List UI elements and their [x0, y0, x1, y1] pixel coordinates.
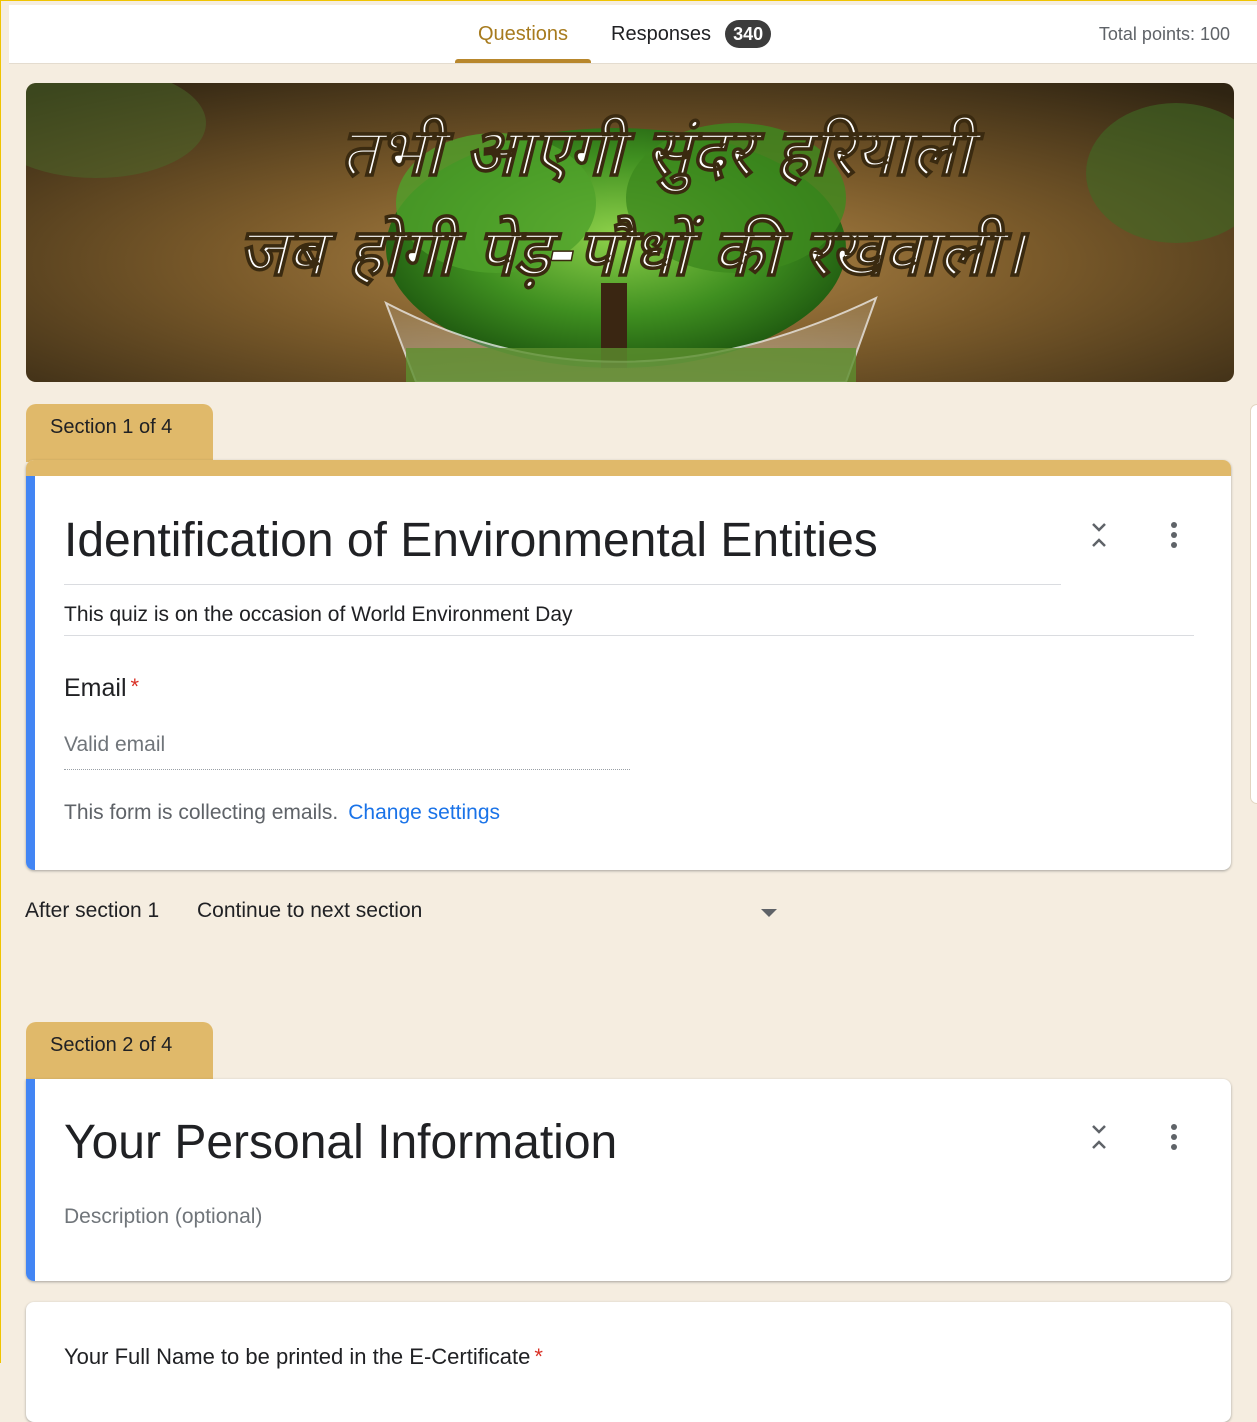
section-more-button[interactable]: [1156, 1119, 1192, 1155]
email-label: Email *: [64, 674, 139, 703]
more-vert-icon: [1171, 1124, 1177, 1150]
section-focus-bar: [26, 476, 35, 870]
section-focus-bar: [26, 1079, 35, 1281]
collapse-icon: [1092, 1125, 1106, 1149]
question-title-text: Your Full Name to be printed in the E-Ce…: [64, 1344, 531, 1369]
tab-responses-label: Responses: [611, 22, 712, 45]
section-2-description[interactable]: Description (optional): [64, 1205, 262, 1229]
collapse-icon: [1092, 523, 1106, 547]
collecting-emails-text: This form is collecting emails.: [64, 801, 339, 824]
tab-questions-label: Questions: [477, 22, 569, 45]
section-2-tag-label: Section 2 of 4: [50, 1034, 173, 1056]
email-field[interactable]: Valid email: [64, 733, 630, 770]
question-title[interactable]: Your Full Name to be printed in the E-Ce…: [64, 1344, 543, 1370]
tab-questions[interactable]: Questions: [455, 5, 591, 63]
after-section-text: After section 1: [25, 899, 160, 922]
header-banner-image: तभी आएगी सुंदर हरियाली जब होगी पेड़-पौधो…: [26, 83, 1234, 382]
section-1-title[interactable]: Identification of Environmental Entities: [64, 513, 878, 569]
section-more-button[interactable]: [1156, 517, 1192, 553]
more-vert-icon: [1171, 522, 1177, 548]
tab-responses[interactable]: Responses 340: [611, 5, 772, 63]
section-2-tag: Section 2 of 4: [26, 1022, 213, 1080]
responses-count-badge: 340: [725, 20, 772, 48]
title-underline: [64, 584, 1061, 585]
section-accent-bar: [26, 460, 1231, 476]
top-tab-bar: Questions Responses 340 Total points: 10…: [9, 5, 1257, 64]
side-toolbar-edge: [1250, 404, 1257, 804]
after-section-label: After section 1: [25, 899, 159, 923]
section-1-tag: Section 1 of 4: [26, 404, 213, 462]
banner-line-1: तभी आएगी सुंदर हरियाली: [340, 114, 984, 194]
dropdown-arrow-icon: [761, 909, 777, 917]
collapse-section-button[interactable]: [1081, 1119, 1117, 1155]
section-2-title[interactable]: Your Personal Information: [64, 1115, 617, 1171]
required-asterisk: *: [130, 674, 140, 699]
email-label-text: Email: [64, 674, 127, 702]
collapse-section-button[interactable]: [1081, 517, 1117, 553]
question-card[interactable]: Your Full Name to be printed in the E-Ce…: [26, 1302, 1231, 1422]
section-1-tag-label: Section 1 of 4: [50, 416, 173, 438]
banner-line-2: जब होगी पेड़-पौधों की रखवाली।: [238, 214, 1030, 291]
collecting-emails-note: This form is collecting emails. Change se…: [64, 801, 500, 825]
section-1-card[interactable]: Identification of Environmental Entities…: [26, 460, 1231, 870]
description-underline: [64, 635, 1194, 636]
change-settings-link[interactable]: Change settings: [348, 801, 500, 824]
active-tab-indicator: [455, 59, 591, 63]
total-points: Total points: 100: [1098, 23, 1230, 44]
required-asterisk: *: [534, 1344, 543, 1369]
section-1-description[interactable]: This quiz is on the occasion of World En…: [64, 603, 573, 627]
after-section-dropdown[interactable]: Continue to next section: [197, 899, 777, 923]
section-2-card[interactable]: Your Personal Information Description (o…: [26, 1079, 1231, 1281]
after-section-value: Continue to next section: [197, 899, 423, 922]
